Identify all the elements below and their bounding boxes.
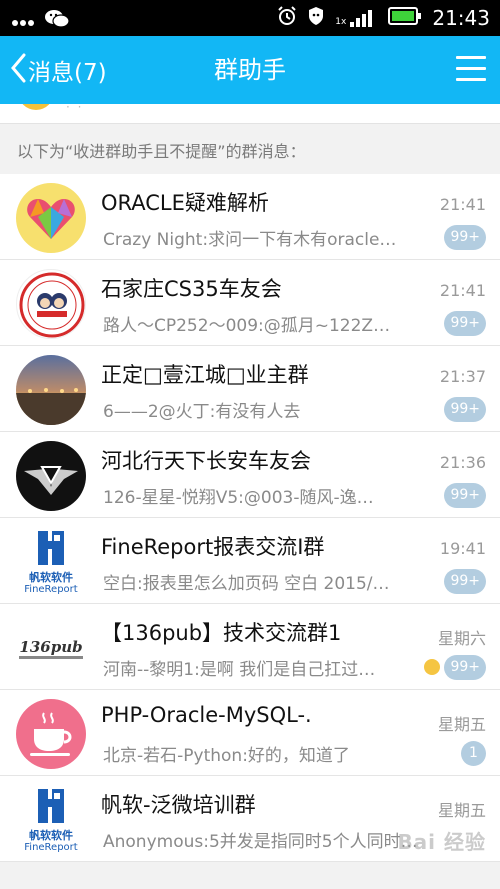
unread-badge: 99+ bbox=[444, 483, 486, 508]
message-time: 21:41 bbox=[439, 281, 486, 300]
group-row-hebei[interactable]: 河北行天下长安车友会 126-星星-悦翔V5:@003-随风-逸… 21:36 … bbox=[0, 432, 500, 518]
back-button[interactable]: 消息(7) bbox=[10, 36, 107, 104]
battery-icon bbox=[388, 7, 422, 29]
group-name: PHP-Oracle-MySQL-. bbox=[101, 703, 312, 727]
group-name: 帆软-泛微培训群 bbox=[101, 793, 256, 817]
clock: 21:43 bbox=[432, 6, 490, 30]
wechat-icon bbox=[44, 9, 70, 33]
message-time: 19:41 bbox=[439, 539, 486, 558]
avatar-wing-logo bbox=[16, 441, 86, 511]
message-time: 星期五 bbox=[437, 801, 486, 820]
more-dots-icon bbox=[12, 12, 34, 31]
group-row-cs35[interactable]: 石家庄CS35车友会 路人～CP252～009:@孤月~122Z… 21:41 … bbox=[0, 260, 500, 346]
signal-icon: 1x bbox=[335, 9, 378, 27]
message-time: 21:41 bbox=[439, 195, 486, 214]
group-row-fanruan-training[interactable]: 帆软软件 FineReport 帆软-泛微培训群 Anonymous:5并发是指… bbox=[0, 776, 500, 862]
last-message: Anonymous:5并发是指同时5个人同时… bbox=[103, 832, 418, 852]
logo-text-cn: 帆软软件 bbox=[29, 829, 73, 842]
last-message: 6——2@火丁:有没有人去 bbox=[103, 402, 301, 422]
group-row-php[interactable]: PHP-Oracle-MySQL-. 北京-若石-Python:好的，知道了 星… bbox=[0, 690, 500, 776]
group-name: FineReport报表交流Ⅰ群 bbox=[101, 535, 325, 559]
avatar-fanruan-logo: 帆软软件 FineReport bbox=[16, 527, 86, 597]
group-row-oracle[interactable]: ORACLE疑难解析 Crazy Night:求问一下有木有oracle… 21… bbox=[0, 174, 500, 260]
group-name: 河北行天下长安车友会 bbox=[101, 449, 311, 473]
group-name: ORACLE疑难解析 bbox=[101, 191, 269, 215]
alarm-icon bbox=[277, 6, 297, 30]
message-time: 星期五 bbox=[437, 715, 486, 734]
unread-badge: 99+ bbox=[444, 397, 486, 422]
logo-text: 136pub bbox=[19, 638, 83, 659]
unread-badge: 99+ bbox=[444, 311, 486, 336]
logo-text-en: FineReport bbox=[24, 584, 78, 595]
back-label: 消息(7) bbox=[28, 60, 107, 86]
message-time: 21:36 bbox=[439, 453, 486, 472]
message-time: 星期六 bbox=[437, 629, 486, 648]
status-bar: 1x 21:43 bbox=[0, 0, 500, 36]
avatar-night-photo bbox=[16, 355, 86, 425]
avatar-136pub-logo: 136pub bbox=[16, 613, 86, 683]
last-message: 北京-若石-Python:好的，知道了 bbox=[103, 746, 350, 766]
group-name: 【136pub】技术交流群1 bbox=[101, 621, 342, 645]
unread-badge: 1 bbox=[461, 741, 486, 766]
group-row-136pub[interactable]: 136pub 【136pub】技术交流群1 河南--黎明1:是啊 我们是自己扛过… bbox=[0, 604, 500, 690]
logo-text-en: FineReport bbox=[24, 842, 78, 853]
avatar-coffee-cup bbox=[16, 699, 86, 769]
wechat-shield-icon bbox=[307, 6, 325, 30]
group-row-zhengding[interactable]: 正定□壹江城□业主群 6——2@火丁:有没有人去 21:37 99+ bbox=[0, 346, 500, 432]
avatar-heart bbox=[16, 183, 86, 253]
avatar bbox=[18, 104, 54, 110]
last-message: 126-星星-悦翔V5:@003-随风-逸… bbox=[103, 488, 374, 508]
group-row-finereport[interactable]: 帆软软件 FineReport FineReport报表交流Ⅰ群 空白:报表里怎… bbox=[0, 518, 500, 604]
group-name: 石家庄CS35车友会 bbox=[101, 277, 282, 301]
signal-label: 1x bbox=[335, 17, 347, 27]
logo-text-cn: 帆软软件 bbox=[29, 571, 73, 584]
ellipsis-icon: · · bbox=[66, 104, 84, 114]
avatar-club-logo bbox=[16, 269, 86, 339]
unread-badge: 99+ bbox=[444, 569, 486, 594]
unread-badge: 99+ bbox=[444, 225, 486, 250]
watermark: Bai 经验 bbox=[397, 830, 486, 854]
message-time: 21:37 bbox=[439, 367, 486, 386]
menu-icon[interactable] bbox=[456, 56, 486, 84]
chevron-left-icon bbox=[10, 53, 26, 87]
last-message: Crazy Night:求问一下有木有oracle… bbox=[103, 230, 397, 250]
last-message: 空白:报表里怎么加页码 空白 2015/… bbox=[103, 574, 390, 594]
group-helper-notice: 以下为“收进群助手且不提醒”的群消息： bbox=[0, 124, 500, 174]
group-name: 正定□壹江城□业主群 bbox=[101, 363, 309, 387]
last-message: 路人～CP252～009:@孤月~122Z… bbox=[103, 316, 391, 336]
partial-list-item: · · bbox=[0, 104, 500, 124]
title-bar: 消息(7) 群助手 bbox=[0, 36, 500, 104]
avatar-fanruan-logo: 帆软软件 FineReport bbox=[16, 785, 86, 855]
last-message: 河南--黎明1:是啊 我们是自己扛过… bbox=[103, 660, 376, 680]
emoji-icon bbox=[424, 659, 440, 675]
group-list: ORACLE疑难解析 Crazy Night:求问一下有木有oracle… 21… bbox=[0, 174, 500, 862]
unread-badge: 99+ bbox=[444, 655, 486, 680]
